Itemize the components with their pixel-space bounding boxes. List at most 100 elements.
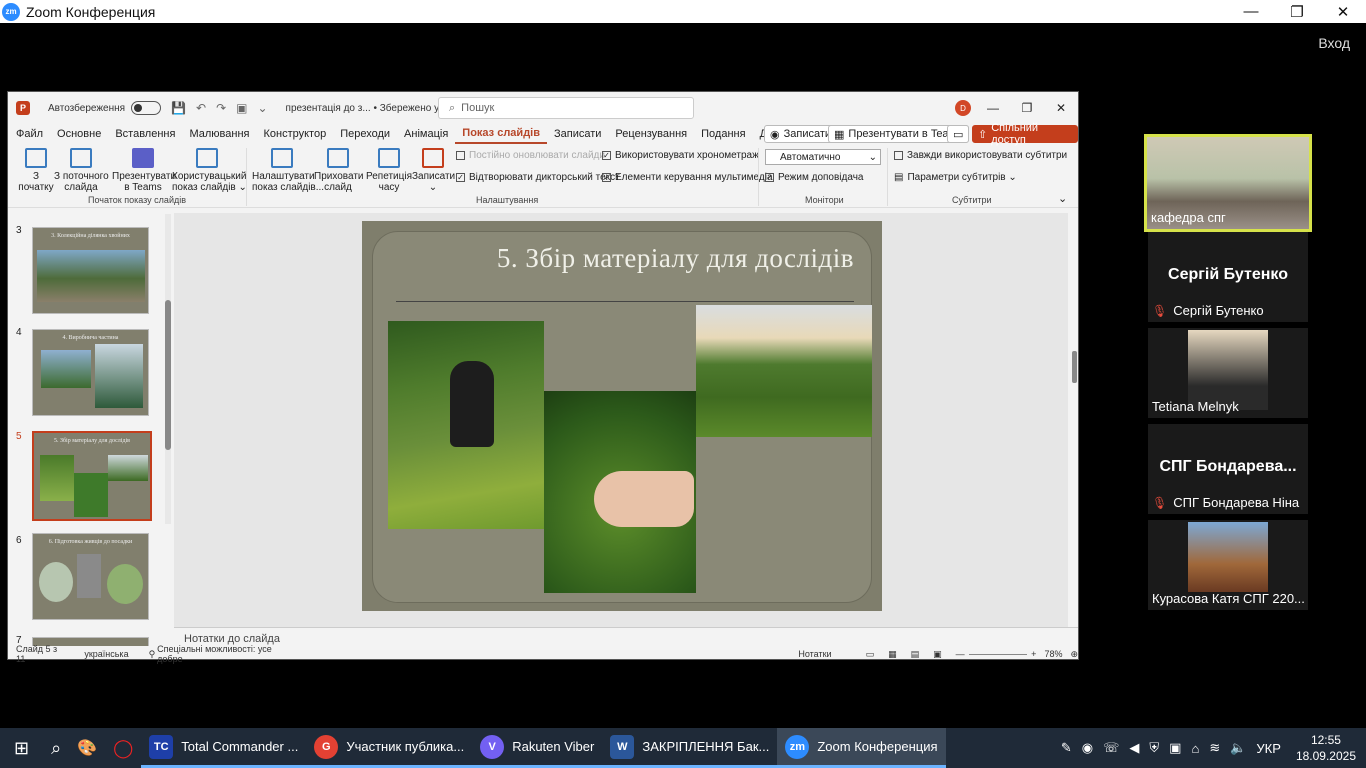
zoom-out-icon[interactable]: — <box>956 649 965 659</box>
collapse-ribbon-icon[interactable]: ⌄ <box>1058 192 1067 205</box>
use-timings-checkbox[interactable]: ✓ Використовувати хронометраж <box>602 150 759 161</box>
speaker-muted-icon[interactable]: ◀ <box>1129 740 1139 756</box>
participant-tile[interactable]: Сергій Бутенко 🎙 Сергій Бутенко <box>1148 232 1308 322</box>
keep-updated-checkbox[interactable]: Постійно оновлювати слайди <box>456 150 605 161</box>
slide-thumbnail-3[interactable]: 3. Колекційна ділянка хвойних <box>32 227 149 314</box>
taskbar-zoom[interactable]: zm Zoom Конференция <box>777 728 946 768</box>
presenter-view-checkbox[interactable]: ✓ Режим доповідача <box>765 172 863 183</box>
tab-draw[interactable]: Малювання <box>182 128 256 140</box>
restore-button[interactable]: ❐ <box>1274 0 1320 23</box>
zoom-tray-icon[interactable]: ◉ <box>1082 740 1093 756</box>
tab-design[interactable]: Конструктор <box>256 128 333 140</box>
reading-view-icon[interactable]: ▤ <box>911 649 920 660</box>
slide-thumbnail-6[interactable]: 6. Підготовка живців до посадки <box>32 533 149 620</box>
tab-record[interactable]: Записати <box>547 128 608 140</box>
taskbar-total-commander[interactable]: TC Total Commander ... <box>141 728 307 768</box>
taskbar-word[interactable]: W ЗАКРІПЛЕННЯ Бак... <box>602 728 778 768</box>
zoom-in-icon[interactable]: + <box>1031 649 1036 659</box>
wifi-icon[interactable]: ≋ <box>1209 740 1220 756</box>
tab-slide-show[interactable]: Показ слайдів <box>455 124 547 144</box>
subtitle-settings-button[interactable]: ▤ Параметри субтитрів ⌄ <box>894 172 1017 183</box>
slide-thumbnail-4[interactable]: 4. Виробнича частина <box>32 329 149 416</box>
editor-scrollbar[interactable] <box>1071 213 1079 605</box>
accessibility-icon[interactable]: ⚲ <box>149 649 156 660</box>
photo-building-hedge[interactable] <box>696 305 872 437</box>
fullscreen-enter-button[interactable]: Вход <box>1318 35 1350 51</box>
thumbnails-scrollbar[interactable] <box>165 214 171 524</box>
ppt-close-button[interactable]: ✕ <box>1044 92 1078 124</box>
tab-view[interactable]: Подання <box>694 128 752 140</box>
opera-taskbar-button[interactable]: ◯ <box>105 728 141 768</box>
redo-icon[interactable]: ↷ <box>216 101 226 115</box>
slideshow-view-icon[interactable]: ▣ <box>933 649 942 660</box>
pen-icon[interactable]: ✎ <box>1061 740 1072 756</box>
from-current-button[interactable]: З поточного слайда <box>54 148 109 193</box>
zoom-level[interactable]: 78% <box>1044 649 1062 659</box>
account-avatar[interactable]: D <box>955 100 971 116</box>
search-taskbar-button[interactable]: ⌕ <box>43 728 69 768</box>
ppt-restore-button[interactable]: ❐ <box>1010 92 1044 124</box>
taskbar-chrome[interactable]: G Участник публика... <box>306 728 473 768</box>
display-icon[interactable]: ▣ <box>1169 740 1181 756</box>
tab-file[interactable]: Файл <box>8 128 50 140</box>
tab-home[interactable]: Основне <box>50 128 108 140</box>
ppt-minimize-button[interactable]: — <box>976 92 1010 124</box>
photo-woman-picking[interactable] <box>388 321 544 529</box>
language-indicator[interactable]: УКР <box>1256 741 1281 756</box>
accessibility-status[interactable]: Спеціальні можливості: усе добре <box>157 644 276 664</box>
share-button[interactable]: ⇧ Спільний доступ <box>972 122 1078 146</box>
save-icon[interactable]: 💾 <box>171 101 186 115</box>
tab-animations[interactable]: Анімація <box>397 128 455 140</box>
record-show-button[interactable]: Записати ⌄ <box>412 148 455 193</box>
network-icon[interactable]: ⌂ <box>1191 741 1199 756</box>
clock[interactable]: 12:55 18.09.2025 <box>1296 732 1356 764</box>
viber-tray-icon[interactable]: ☏ <box>1103 740 1119 756</box>
zoom-slider[interactable] <box>968 653 1028 655</box>
current-slide[interactable]: 5. Збір матеріалу для дослідів <box>362 221 882 611</box>
tab-transitions[interactable]: Переходи <box>333 128 397 140</box>
search-box[interactable]: ⌕ Пошук <box>438 97 694 119</box>
media-controls-checkbox[interactable]: ✓ Елементи керування мультимедіа <box>602 172 773 183</box>
undo-icon[interactable]: ↶ <box>196 101 206 115</box>
rehearse-timings-button[interactable]: Репетиція часу <box>366 148 412 193</box>
custom-show-button[interactable]: Користувацький показ слайдів ⌄ <box>172 148 247 193</box>
autosave-toggle[interactable] <box>131 101 162 115</box>
ribbon-separator <box>887 148 888 206</box>
taskbar-viber[interactable]: V Rakuten Viber <box>472 728 603 768</box>
zoom-icon: zm <box>785 734 810 759</box>
tab-insert[interactable]: Вставлення <box>108 128 182 140</box>
customize-toolbar-icon[interactable]: ⌄ <box>257 101 267 115</box>
start-show-icon[interactable]: ▣ <box>236 101 247 115</box>
participant-tile[interactable]: Курасова Катя СПГ 220... <box>1148 520 1308 610</box>
tab-review[interactable]: Рецензування <box>608 128 694 140</box>
slide-sorter-icon[interactable]: ▦ <box>888 649 897 660</box>
present-in-teams-button[interactable]: Презентувати в Teams <box>112 148 176 193</box>
notes-pane[interactable]: Нотатки до слайда <box>174 627 1078 647</box>
language-indicator[interactable]: українська <box>84 649 128 659</box>
comments-button[interactable]: ▭ <box>947 125 970 143</box>
always-subtitles-checkbox[interactable]: Завжди використовувати субтитри <box>894 150 1067 161</box>
slide-thumbnail-5[interactable]: 5. Збір матеріалу для дослідів <box>32 431 152 521</box>
fit-slide-icon[interactable]: ⊕ <box>1070 649 1078 660</box>
photo-hand-cutting[interactable] <box>544 391 696 593</box>
participant-tile[interactable]: кафедра спг <box>1144 134 1312 232</box>
record-button[interactable]: ◉ Записати <box>764 125 838 143</box>
minimize-button[interactable]: — <box>1228 0 1274 23</box>
participant-tile[interactable]: СПГ Бондарева... 🎙 СПГ Бондарева Ніна <box>1148 424 1308 514</box>
shield-icon[interactable]: ⛨ <box>1149 740 1159 756</box>
normal-view-icon[interactable]: ▭ <box>866 649 875 660</box>
setup-show-button[interactable]: Налаштувати показ слайдів... <box>252 148 324 193</box>
close-button[interactable]: ✕ <box>1320 0 1366 23</box>
notes-toggle-button[interactable]: Нотатки <box>798 649 831 659</box>
participant-tile[interactable]: Tetiana Melnyk <box>1148 328 1308 418</box>
slide-show-ribbon: З початку З поточного слайда Презентуват… <box>8 144 1078 208</box>
chevron-down-icon: ⌄ <box>868 151 877 163</box>
play-narrations-checkbox[interactable]: ✓ Відтворювати дикторський текст <box>456 172 620 183</box>
paint-taskbar-button[interactable]: 🎨 <box>69 728 105 768</box>
hide-slide-button[interactable]: Приховати слайд <box>314 148 364 193</box>
monitor-select[interactable]: Автоматично ⌄ <box>765 149 881 165</box>
slide-title[interactable]: 5. Збір матеріалу для дослідів <box>462 243 854 274</box>
volume-icon[interactable]: 🔈 <box>1230 740 1246 756</box>
start-button[interactable]: ⊞ <box>0 728 43 768</box>
from-beginning-button[interactable]: З початку <box>16 148 56 193</box>
